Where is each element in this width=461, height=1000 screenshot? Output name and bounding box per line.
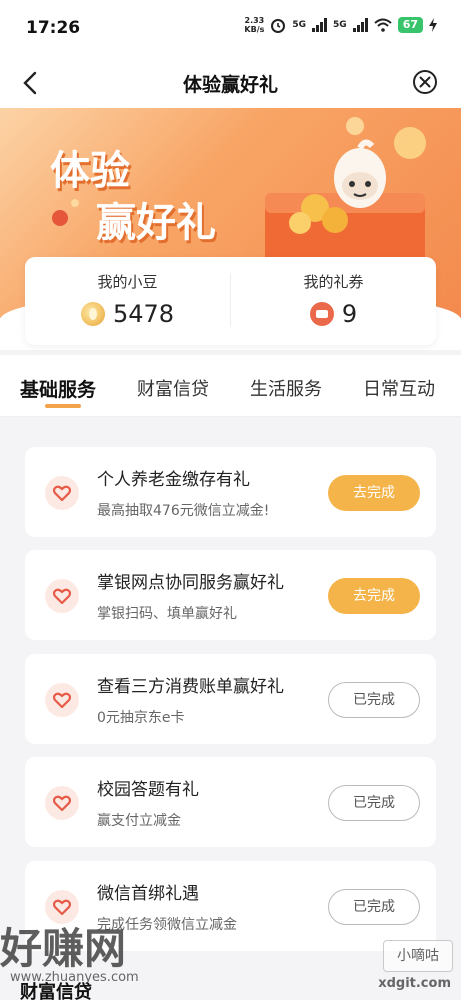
my-beans[interactable]: 我的小豆 5478 xyxy=(25,257,230,345)
battery-indicator: 67 xyxy=(397,17,423,33)
task-card: 个人养老金缴存有礼 最高抽取476元微信立减金! 去完成 xyxy=(25,447,436,537)
task-title: 个人养老金缴存有礼 xyxy=(97,470,250,490)
banner-heading-line1: 体验 xyxy=(50,148,130,194)
active-tab-indicator xyxy=(45,404,81,408)
completed-button[interactable]: 已完成 xyxy=(328,682,420,718)
task-title: 微信首绑礼遇 xyxy=(97,884,199,904)
heart-icon xyxy=(45,579,79,613)
tab-basic-services[interactable]: 基础服务 xyxy=(20,375,96,402)
my-coupons[interactable]: 我的礼券 9 xyxy=(231,257,436,345)
task-title: 掌银网点协同服务赢好礼 xyxy=(97,573,284,593)
completed-button[interactable]: 已完成 xyxy=(328,889,420,925)
go-complete-button[interactable]: 去完成 xyxy=(328,475,420,511)
watermark-url: www.zhuanyes.com xyxy=(10,970,139,985)
bean-coin-icon xyxy=(80,302,105,326)
task-subtitle: 掌银扫码、填单赢好礼 xyxy=(97,606,237,622)
watermark-logo-right: 小嘀咕 xyxy=(383,940,453,972)
signal-1-label: 5G xyxy=(292,20,307,30)
status-bar: 17:26 2.33 KB/s 5G 5G 67 xyxy=(0,0,461,58)
page-title: 体验赢好礼 xyxy=(182,74,278,96)
category-tabs: 基础服务 财富信贷 生活服务 日常互动 xyxy=(0,355,461,417)
tab-wealth-credit[interactable]: 财富信贷 xyxy=(137,375,209,401)
tab-daily-interaction[interactable]: 日常互动 xyxy=(363,375,435,401)
charging-icon xyxy=(429,18,437,32)
my-beans-label: 我的小豆 xyxy=(97,273,158,291)
heart-icon xyxy=(45,683,79,717)
watermark-url-right: xdgit.com xyxy=(378,976,451,991)
tab-life-services[interactable]: 生活服务 xyxy=(250,375,322,401)
completed-button[interactable]: 已完成 xyxy=(328,785,420,821)
alarm-icon xyxy=(271,19,286,33)
task-subtitle: 最高抽取476元微信立减金! xyxy=(97,503,270,519)
status-time: 17:26 xyxy=(26,18,81,38)
task-title: 查看三方消费账单赢好礼 xyxy=(97,677,284,697)
my-coupons-label: 我的礼券 xyxy=(303,273,364,291)
task-card: 掌银网点协同服务赢好礼 掌银扫码、填单赢好礼 去完成 xyxy=(25,550,436,640)
watermark-logo: 好赚网 xyxy=(0,924,127,973)
task-title: 校园答题有礼 xyxy=(97,780,199,800)
banner-heading-line2: 赢好礼 xyxy=(96,200,216,246)
network-speed: 2.33 KB/s xyxy=(244,16,265,34)
wifi-icon xyxy=(374,18,392,32)
go-complete-button[interactable]: 去完成 xyxy=(328,578,420,614)
signal-2-label: 5G xyxy=(333,20,347,30)
task-subtitle: 赢支付立减金 xyxy=(97,813,181,829)
signal-2-icon xyxy=(352,18,368,32)
heart-icon xyxy=(45,786,79,820)
heart-icon xyxy=(45,476,79,510)
my-beans-value: 5478 xyxy=(112,300,175,328)
my-coupons-value: 9 xyxy=(341,300,358,328)
task-subtitle: 0元抽京东e卡 xyxy=(97,710,185,726)
status-icons: 2.33 KB/s 5G 5G 67 xyxy=(244,16,437,34)
task-card: 校园答题有礼 赢支付立减金 已完成 xyxy=(25,757,436,847)
navigation-bar: 体验赢好礼 xyxy=(0,58,461,108)
wallet-card: 我的小豆 5478 我的礼券 9 xyxy=(25,257,436,345)
signal-1-icon xyxy=(312,18,328,32)
coupon-icon xyxy=(309,302,334,326)
task-card: 查看三方消费账单赢好礼 0元抽京东e卡 已完成 xyxy=(25,654,436,744)
close-icon[interactable] xyxy=(411,68,439,96)
